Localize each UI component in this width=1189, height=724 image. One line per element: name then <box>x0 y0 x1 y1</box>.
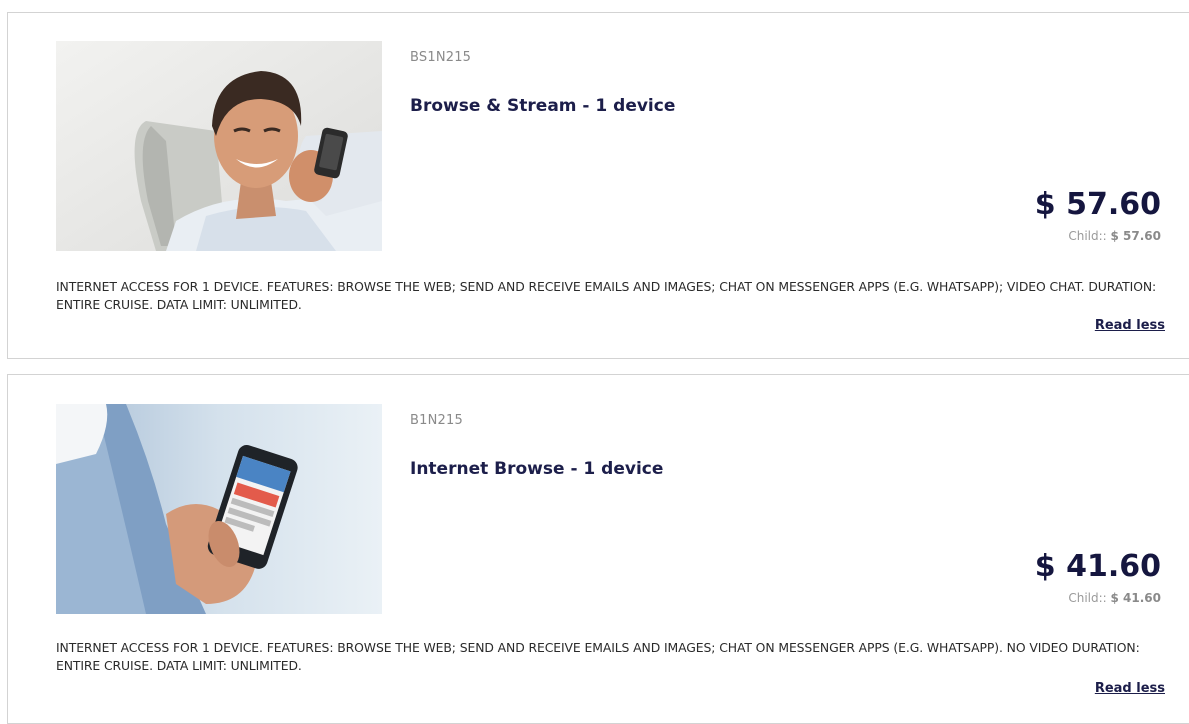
product-title: Internet Browse - 1 device <box>410 459 664 479</box>
product-card-internet-browse: B1N215 Internet Browse - 1 device $ 41.6… <box>7 374 1189 724</box>
product-code: B1N215 <box>410 413 463 428</box>
read-less-link[interactable]: Read less <box>1095 681 1165 696</box>
product-description: INTERNET ACCESS FOR 1 DEVICE. FEATURES: … <box>56 640 1140 673</box>
child-price-line: Child:: $ 57.60 <box>1068 229 1161 243</box>
child-price-label: Child:: <box>1068 229 1107 243</box>
read-less-link[interactable]: Read less <box>1095 318 1165 333</box>
child-price-value: $ 57.60 <box>1110 229 1161 243</box>
child-price-value: $ 41.60 <box>1110 591 1161 605</box>
product-card-browse-stream: BS1N215 Browse & Stream - 1 device $ 57.… <box>7 12 1189 359</box>
hand-holding-phone-photo <box>56 404 382 614</box>
child-price-label: Child:: <box>1068 591 1107 605</box>
product-description: INTERNET ACCESS FOR 1 DEVICE. FEATURES: … <box>56 279 1157 312</box>
child-price-line: Child:: $ 41.60 <box>1068 591 1161 605</box>
man-with-phone-photo <box>56 41 382 251</box>
product-price: $ 57.60 <box>1034 187 1161 222</box>
product-price: $ 41.60 <box>1034 549 1161 584</box>
product-code: BS1N215 <box>410 50 472 65</box>
product-title: Browse & Stream - 1 device <box>410 96 676 116</box>
